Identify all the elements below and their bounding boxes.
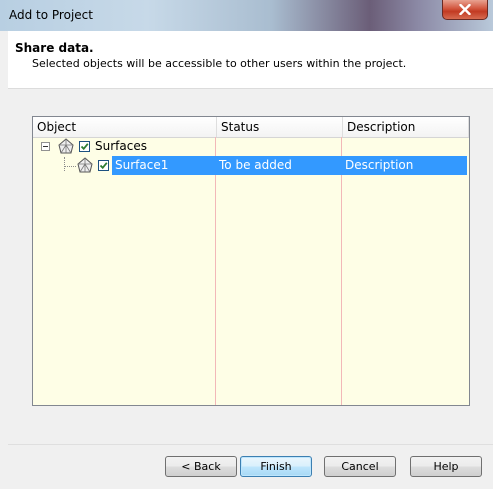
object-name: Surface1 — [115, 158, 169, 172]
column-divider — [341, 137, 342, 405]
page-subtitle: Selected objects will be accessible to o… — [32, 57, 407, 70]
back-button[interactable]: < Back — [165, 456, 237, 477]
tree-row-surfaces[interactable]: Surfaces — [33, 137, 469, 156]
objects-grid[interactable]: Object Status Description Surfaces Surfa… — [32, 116, 470, 406]
surface-icon — [77, 157, 93, 173]
add-to-project-dialog: Add to Project Share data. Selected obje… — [0, 0, 493, 489]
wizard-header: Share data. Selected objects will be acc… — [8, 31, 493, 89]
footer-divider — [8, 444, 493, 445]
collapse-icon[interactable] — [41, 142, 50, 151]
cancel-button[interactable]: Cancel — [324, 456, 396, 477]
checkbox-checked-icon[interactable] — [98, 160, 109, 171]
object-status: To be added — [219, 158, 292, 172]
object-description: Description — [345, 158, 414, 172]
finish-button[interactable]: Finish — [240, 456, 312, 477]
close-button[interactable] — [442, 0, 488, 20]
wizard-content: Object Status Description Surfaces Surfa… — [8, 89, 493, 489]
column-header-object[interactable]: Object — [33, 117, 217, 137]
page-title: Share data. — [15, 41, 94, 55]
help-button[interactable]: Help — [410, 456, 482, 477]
close-icon — [459, 4, 471, 15]
column-header-description[interactable]: Description — [343, 117, 469, 137]
object-name: Surfaces — [95, 139, 147, 153]
tree-row-surface1[interactable]: Surface1 To be added Description — [33, 156, 469, 175]
checkbox-checked-icon[interactable] — [79, 141, 90, 152]
window-title: Add to Project — [9, 8, 93, 22]
title-bar[interactable]: Add to Project — [0, 0, 493, 31]
surface-icon — [58, 138, 74, 154]
column-divider — [215, 137, 216, 405]
column-header-status[interactable]: Status — [217, 117, 343, 137]
grid-header: Object Status Description — [33, 117, 469, 138]
